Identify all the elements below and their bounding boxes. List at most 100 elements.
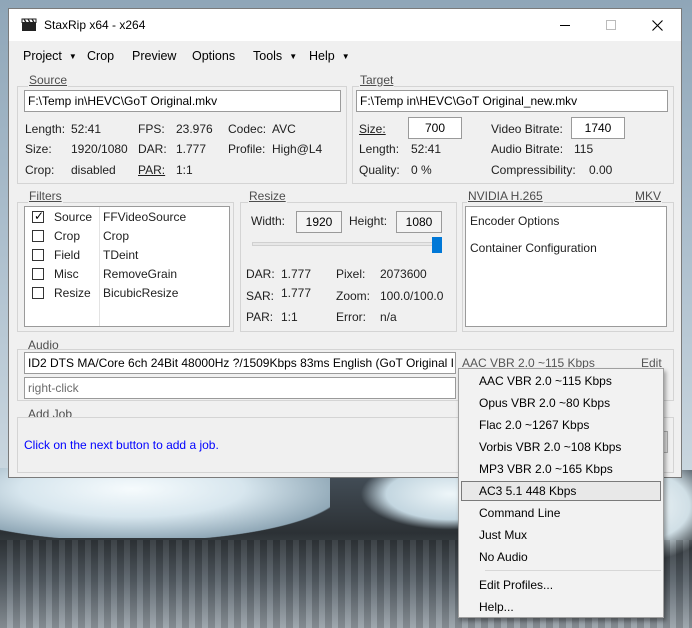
menu-item-edit-profiles[interactable]: Edit Profiles...	[479, 578, 553, 592]
filter-name: Misc	[54, 267, 79, 281]
dropdown-arrow-icon: ▼	[68, 52, 77, 61]
menu-item-command-line[interactable]: Command Line	[479, 506, 560, 520]
menu-item-just-mux[interactable]: Just Mux	[479, 528, 527, 542]
compressibility-value: 0.00	[589, 163, 613, 177]
menu-help[interactable]: Help ▼	[309, 49, 350, 63]
filter-resize-checkbox[interactable]	[32, 287, 44, 299]
resize-zoom-value: 100.0/100.0	[380, 289, 444, 303]
clapperboard-icon	[21, 18, 37, 31]
filter-name: Resize	[54, 286, 91, 300]
menu-bar: Project ▼ Crop Preview Options Tools ▼ Hel…	[9, 41, 681, 70]
source-par-value: 1:1	[176, 163, 193, 177]
filter-name: Field	[54, 248, 81, 262]
source-crop-label: Crop:	[25, 163, 55, 177]
encoder-label[interactable]: NVIDIA H.265	[467, 189, 544, 203]
quality-label: Quality:	[359, 163, 400, 177]
target-size-field[interactable]: 700	[408, 117, 462, 139]
menu-item-vorbis[interactable]: Vorbis VBR 2.0 ~108 Kbps	[479, 440, 621, 454]
source-fps-label: FPS:	[138, 122, 165, 136]
target-length-label: Length:	[359, 142, 400, 156]
video-bitrate-field[interactable]: 1740	[571, 117, 625, 139]
maximize-icon	[606, 20, 616, 30]
filter-name: Source	[54, 210, 93, 224]
filter-value: FFVideoSource	[103, 210, 187, 224]
resize-pixel-label: Pixel:	[336, 267, 366, 281]
resize-dar-value: 1.777	[281, 267, 312, 281]
target-path-field[interactable]: F:\Temp in\HEVC\GoT Original_new.mkv	[356, 90, 668, 112]
resize-label[interactable]: Resize	[248, 189, 287, 203]
filter-value: BicubicResize	[103, 286, 179, 300]
source-dar-value: 1.777	[176, 142, 207, 156]
target-length-value: 52:41	[411, 142, 442, 156]
compressibility-label: Compressibility:	[491, 163, 576, 177]
checkmark-icon: ✓	[34, 209, 45, 223]
resize-dar-label: DAR:	[246, 267, 275, 281]
window-title: StaxRip x64 - x264	[44, 18, 146, 32]
filter-value: Crop	[103, 229, 130, 243]
filter-value: TDeint	[103, 248, 139, 262]
source-fps-value: 23.976	[176, 122, 213, 136]
source-codec-label: Codec:	[228, 122, 267, 136]
source-path-field[interactable]: F:\Temp in\HEVC\GoT Original.mkv	[24, 90, 341, 112]
resize-sar-value: 1.777	[281, 286, 312, 300]
audio-bitrate-label: Audio Bitrate:	[491, 142, 564, 156]
menu-item-help[interactable]: Help...	[479, 600, 514, 614]
container-configuration-item[interactable]: Container Configuration	[470, 241, 597, 255]
target-label[interactable]: Target	[359, 73, 395, 87]
menu-item-ac3[interactable]: AC3 5.1 448 Kbps	[479, 484, 576, 498]
minimize-icon	[560, 25, 570, 26]
source-profile-label: Profile:	[228, 142, 266, 156]
maximize-button[interactable]	[588, 9, 634, 41]
filter-misc-checkbox[interactable]	[32, 268, 44, 280]
resize-error-label: Error:	[336, 310, 366, 324]
audio-track2-field[interactable]: right-click	[24, 377, 456, 399]
audio-track-field[interactable]: ID2 DTS MA/Core 6ch 24Bit 48000Hz ?/1509…	[24, 352, 456, 374]
menu-preview[interactable]: Preview	[132, 49, 176, 63]
resize-slider-track[interactable]	[252, 242, 442, 246]
menu-item-mp3[interactable]: MP3 VBR 2.0 ~165 Kbps	[479, 462, 613, 476]
menu-item-opus[interactable]: Opus VBR 2.0 ~80 Kbps	[479, 396, 610, 410]
container-format-link[interactable]: MKV	[634, 189, 663, 203]
quality-value: 0 %	[411, 163, 432, 177]
resize-error-value: n/a	[380, 310, 397, 324]
source-codec-value: AVC	[272, 122, 296, 136]
close-button[interactable]	[634, 9, 680, 41]
source-size-value: 1920/1080	[71, 142, 128, 156]
source-profile-value: High@L4	[272, 142, 323, 156]
source-length-value: 52:41	[71, 122, 102, 136]
title-bar[interactable]: StaxRip x64 - x264	[9, 9, 681, 41]
minimize-button[interactable]	[542, 9, 588, 41]
add-job-hint: Click on the next button to add a job.	[24, 438, 219, 452]
menu-crop[interactable]: Crop	[87, 49, 114, 63]
audio-bitrate-value: 115	[574, 142, 594, 156]
resize-height-field[interactable]: 1080	[396, 211, 442, 233]
resize-width-label: Width:	[251, 214, 286, 228]
source-crop-value: disabled	[71, 163, 116, 177]
menu-item-no-audio[interactable]: No Audio	[479, 550, 528, 564]
audio-profile-menu: AAC VBR 2.0 ~115 Kbps Opus VBR 2.0 ~80 K…	[458, 368, 664, 618]
menu-options[interactable]: Options	[192, 49, 235, 63]
source-dar-label: DAR:	[138, 142, 167, 156]
target-size-link[interactable]: Size:	[359, 122, 386, 136]
menu-item-aac[interactable]: AAC VBR 2.0 ~115 Kbps	[479, 374, 612, 388]
filter-crop-checkbox[interactable]	[32, 230, 44, 242]
filter-field-checkbox[interactable]	[32, 249, 44, 261]
resize-sar-label: SAR:	[246, 289, 275, 303]
source-length-label: Length:	[25, 122, 66, 136]
menu-tools[interactable]: Tools ▼	[253, 49, 297, 63]
source-size-label: Size:	[25, 142, 52, 156]
filters-label[interactable]: Filters	[28, 189, 63, 203]
dropdown-arrow-icon: ▼	[289, 52, 298, 61]
source-par-link[interactable]: PAR:	[138, 163, 165, 177]
menu-item-flac[interactable]: Flac 2.0 ~1267 Kbps	[479, 418, 589, 432]
encoder-options-item[interactable]: Encoder Options	[470, 214, 559, 228]
source-label[interactable]: Source	[28, 73, 69, 87]
filter-source-checkbox[interactable]: ✓	[32, 209, 45, 223]
resize-par-value: 1:1	[281, 310, 298, 324]
menu-separator	[485, 570, 661, 571]
menu-project[interactable]: Project ▼	[23, 49, 77, 63]
resize-slider-thumb[interactable]	[432, 237, 442, 253]
filter-value: RemoveGrain	[103, 267, 178, 281]
close-icon	[651, 19, 663, 31]
resize-width-field[interactable]: 1920	[296, 211, 342, 233]
